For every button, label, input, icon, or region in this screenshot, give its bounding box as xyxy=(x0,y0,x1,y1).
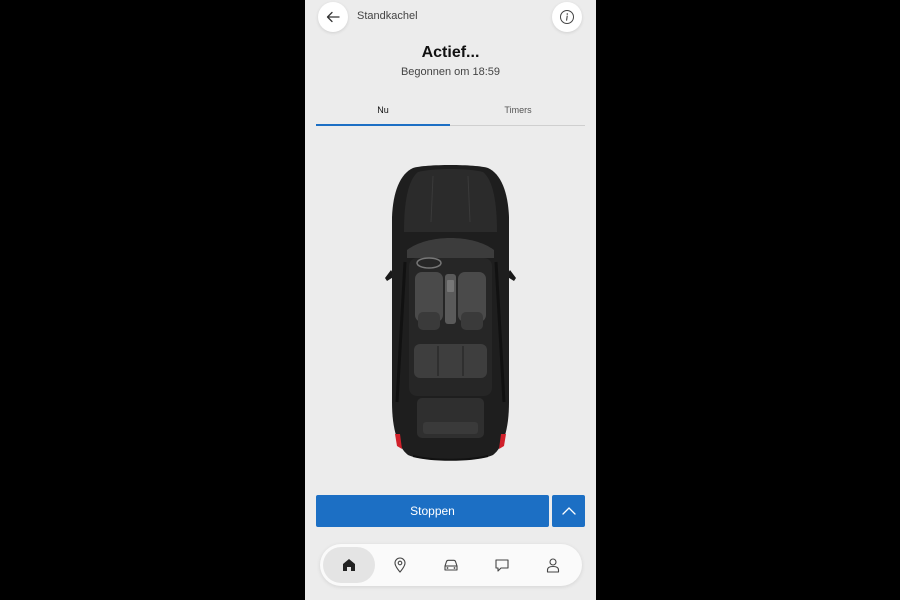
nav-car[interactable] xyxy=(425,547,477,583)
expand-button[interactable] xyxy=(552,495,585,527)
arrow-left-icon xyxy=(326,11,340,23)
bottom-navigation xyxy=(320,544,582,586)
tab-bar: Nu Timers xyxy=(316,98,585,128)
status-title: Actief... xyxy=(421,44,480,61)
nav-messages[interactable] xyxy=(476,547,528,583)
home-icon xyxy=(343,559,355,571)
chat-icon xyxy=(495,559,509,572)
tab-timers[interactable]: Timers xyxy=(451,98,585,125)
nav-home[interactable] xyxy=(323,547,375,583)
page-title: Standkachel xyxy=(357,10,418,22)
status-subtitle: Begonnen om 18:59 xyxy=(400,66,501,78)
car-illustration xyxy=(385,165,516,461)
nav-location[interactable] xyxy=(374,547,426,583)
info-icon xyxy=(560,10,574,24)
stop-button[interactable]: Stoppen xyxy=(316,495,549,527)
car-icon xyxy=(444,559,458,571)
chevron-up-icon xyxy=(561,507,576,515)
app-screen: Standkachel Actief... Begonnen om 18:59 … xyxy=(305,0,596,600)
car-top-view xyxy=(373,162,528,467)
location-pin-icon xyxy=(394,557,406,573)
tab-active-indicator xyxy=(316,124,450,126)
profile-icon xyxy=(546,558,560,573)
tab-nu[interactable]: Nu xyxy=(316,98,450,125)
nav-profile[interactable] xyxy=(527,547,579,583)
info-button[interactable] xyxy=(552,2,582,32)
back-button[interactable] xyxy=(318,2,348,32)
